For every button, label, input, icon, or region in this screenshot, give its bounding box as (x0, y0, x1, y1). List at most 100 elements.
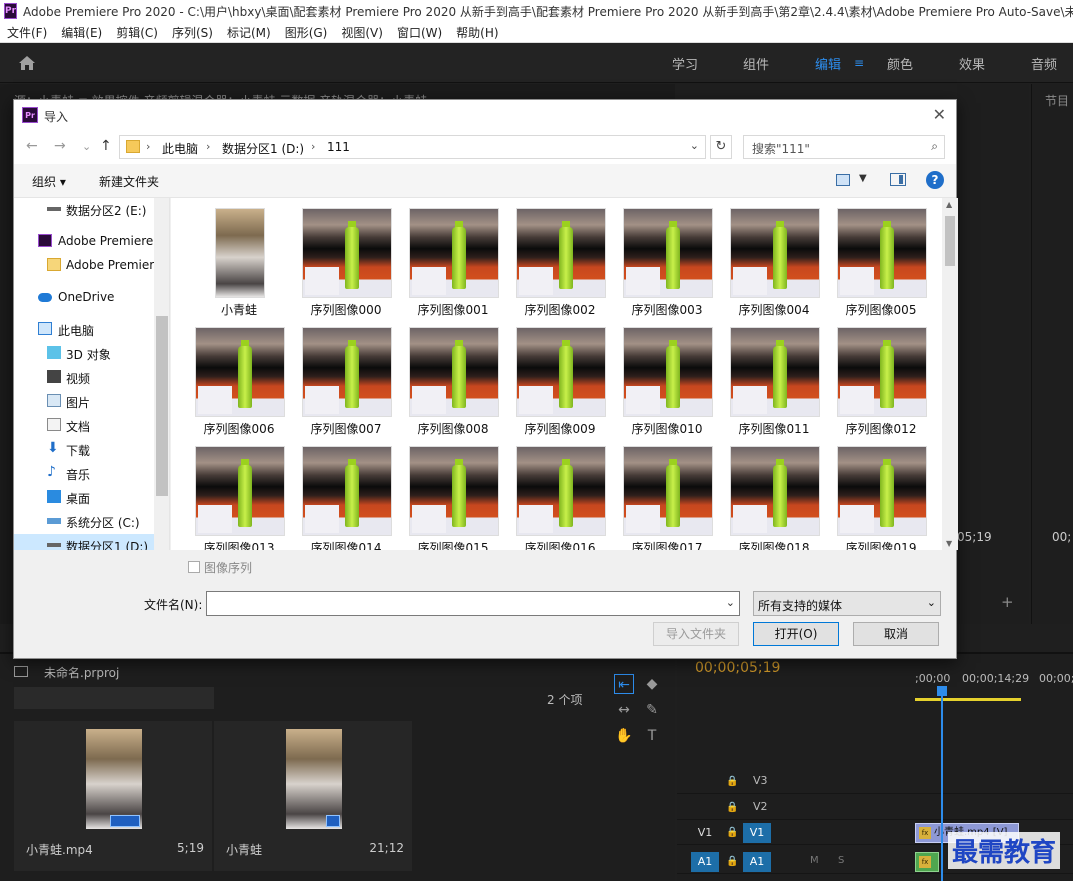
nav-item-onedrive[interactable]: OneDrive (14, 286, 154, 308)
ripple-edit-tool-icon[interactable]: ⇤ (614, 674, 634, 694)
timeline-timecode[interactable]: 00;00;05;19 (695, 660, 780, 676)
menu-graphics[interactable]: 图形(G) (278, 24, 335, 41)
nav-item-desktop[interactable]: 桌面 (14, 486, 154, 508)
file-item[interactable]: 序列图像005 (831, 198, 931, 317)
nav-item-videos[interactable]: 视频 (14, 366, 154, 388)
workspace-menu-icon[interactable]: ≡ (854, 56, 864, 70)
audio-clip[interactable]: fx (915, 852, 939, 872)
file-item[interactable]: 序列图像010 (617, 317, 717, 436)
slip-tool-icon[interactable]: ↔ (614, 700, 634, 720)
type-tool-icon[interactable]: T (642, 726, 662, 746)
file-item[interactable]: 小青蛙 (189, 198, 289, 317)
workspace-tab-editing[interactable]: 编辑 (815, 54, 841, 73)
menu-help[interactable]: 帮助(H) (449, 24, 505, 41)
forward-icon[interactable]: → (54, 138, 66, 154)
search-input[interactable]: 搜索"111" ⌕ (743, 135, 945, 159)
source-patch-a1[interactable]: A1 (691, 852, 719, 872)
menu-clip[interactable]: 剪辑(C) (109, 24, 165, 41)
workspace-tab-color[interactable]: 颜色 (887, 54, 913, 73)
scroll-down-icon[interactable]: ▼ (946, 539, 952, 548)
track-target-a1[interactable]: A1 (743, 852, 771, 872)
track-lock-icon[interactable]: 🔒 (726, 827, 738, 838)
preview-pane-icon[interactable] (890, 173, 906, 186)
nav-item-music[interactable]: ♪ 音乐 (14, 462, 154, 484)
nav-item-3d-objects[interactable]: 3D 对象 (14, 342, 154, 364)
organize-button[interactable]: 组织 ▾ (32, 173, 66, 190)
scrollbar-thumb[interactable] (156, 316, 168, 496)
file-item[interactable]: 序列图像015 (403, 436, 503, 550)
file-item[interactable]: 序列图像013 (189, 436, 289, 550)
scrollbar-thumb[interactable] (945, 216, 955, 266)
track-lock-icon[interactable]: 🔒 (726, 802, 738, 813)
help-icon[interactable]: ? (926, 171, 944, 189)
chevron-down-icon[interactable]: ⌄ (726, 596, 735, 609)
track-lock-icon[interactable]: 🔒 (726, 776, 738, 787)
mute-button[interactable]: M (810, 855, 819, 866)
file-item[interactable]: 序列图像012 (831, 317, 931, 436)
project-search-input[interactable] (14, 687, 214, 709)
filename-input[interactable]: ⌄ (206, 591, 740, 616)
file-item[interactable]: 序列图像008 (403, 317, 503, 436)
file-item[interactable]: 序列图像007 (296, 317, 396, 436)
up-folder-icon[interactable]: ↑ (100, 138, 112, 154)
track-lock-icon[interactable]: 🔒 (726, 856, 738, 867)
solo-button[interactable]: S (838, 855, 844, 866)
project-item[interactable]: 小青蛙 21;12 (214, 721, 412, 871)
menu-edit[interactable]: 编辑(E) (54, 24, 109, 41)
refresh-icon[interactable]: ↻ (710, 135, 732, 159)
workspace-tab-effects[interactable]: 效果 (959, 54, 985, 73)
view-options-icon[interactable] (836, 174, 850, 186)
menu-view[interactable]: 视图(V) (334, 24, 390, 41)
track-target-v1[interactable]: V1 (743, 823, 771, 843)
back-icon[interactable]: ← (26, 138, 38, 154)
view-dropdown-icon[interactable]: ▼ (859, 173, 867, 184)
import-folder-button[interactable]: 导入文件夹 (653, 622, 739, 646)
breadcrumb-drive-d[interactable]: 数据分区1 (D:) (222, 140, 304, 157)
home-icon[interactable] (18, 55, 36, 71)
nav-item-downloads[interactable]: ⬇ 下载 (14, 438, 154, 460)
hand-tool-icon[interactable]: ✋ (614, 726, 634, 746)
razor-tool-icon[interactable]: ◆ (642, 674, 662, 694)
file-item[interactable]: 序列图像004 (724, 198, 824, 317)
add-button-icon[interactable]: + (1001, 593, 1014, 611)
menu-file[interactable]: 文件(F) (0, 24, 54, 41)
open-button[interactable]: 打开(O) (753, 622, 839, 646)
project-name[interactable]: 未命名.prproj (44, 664, 119, 681)
file-item[interactable]: 序列图像018 (724, 436, 824, 550)
pen-tool-icon[interactable]: ✎ (642, 700, 662, 720)
nav-item-drive-e[interactable]: 数据分区2 (E:) (14, 198, 154, 220)
file-item[interactable]: 序列图像016 (510, 436, 610, 550)
file-type-select[interactable]: 所有支持的媒体 ⌄ (753, 591, 941, 616)
work-area-bar[interactable] (915, 698, 1021, 701)
nav-item-adobe-premier-folder[interactable]: Adobe Premier (14, 254, 154, 276)
nav-item-drive-c[interactable]: 系统分区 (C:) (14, 510, 154, 532)
file-item[interactable]: 序列图像001 (403, 198, 503, 317)
recent-locations-icon[interactable]: ⌄ (82, 140, 91, 153)
file-item[interactable]: 序列图像009 (510, 317, 610, 436)
file-item[interactable]: 序列图像002 (510, 198, 610, 317)
checkbox-box[interactable] (188, 561, 200, 573)
new-folder-button[interactable]: 新建文件夹 (99, 173, 159, 190)
cancel-button[interactable]: 取消 (853, 622, 939, 646)
address-bar[interactable]: › 此电脑 › 数据分区1 (D:) › 111 ⌄ (119, 135, 706, 159)
nav-item-pictures[interactable]: 图片 (14, 390, 154, 412)
file-item[interactable]: 序列图像011 (724, 317, 824, 436)
file-item[interactable]: 序列图像017 (617, 436, 717, 550)
chevron-down-icon[interactable]: ⌄ (690, 139, 699, 152)
project-item[interactable]: 小青蛙.mp4 5;19 (14, 721, 212, 871)
source-patch-v1[interactable]: V1 (691, 823, 719, 843)
file-item[interactable]: 序列图像000 (296, 198, 396, 317)
nav-scrollbar[interactable] (154, 198, 169, 550)
breadcrumb-this-pc[interactable]: 此电脑 (162, 140, 198, 157)
workspace-tab-assembly[interactable]: 组件 (743, 54, 769, 73)
nav-item-this-pc[interactable]: 此电脑 (14, 318, 154, 340)
nav-item-drive-d[interactable]: 数据分区1 (D:) (14, 534, 154, 550)
menu-window[interactable]: 窗口(W) (390, 24, 449, 41)
file-item[interactable]: 序列图像014 (296, 436, 396, 550)
file-item[interactable]: 序列图像003 (617, 198, 717, 317)
menu-marker[interactable]: 标记(M) (220, 24, 278, 41)
nav-item-documents[interactable]: 文档 (14, 414, 154, 436)
file-item[interactable]: 序列图像006 (189, 317, 289, 436)
program-panel-title[interactable]: 节目 (1045, 92, 1069, 109)
nav-item-adobe-premiere[interactable]: Adobe Premiere (14, 230, 154, 252)
